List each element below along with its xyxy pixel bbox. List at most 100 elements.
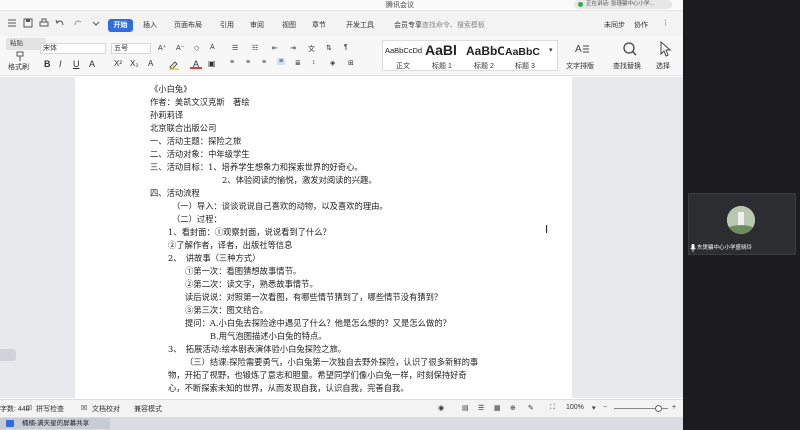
- number-list-icon[interactable]: ☷: [252, 44, 258, 52]
- style-gallery-more-icon[interactable]: ▾: [549, 46, 553, 54]
- bold-icon[interactable]: B: [44, 59, 51, 69]
- tab-references[interactable]: 引用: [220, 20, 234, 30]
- doc-line: ①第一次：看图猜想故事情节。: [185, 266, 302, 276]
- format-painter-label[interactable]: 格式刷: [8, 62, 29, 72]
- save-icon[interactable]: [22, 17, 34, 29]
- justify-icon[interactable]: ≡: [277, 58, 286, 65]
- shrink-font-icon[interactable]: A⁻: [176, 44, 184, 52]
- style-normal-preview[interactable]: AaBbCcDd: [385, 46, 422, 55]
- align-left-icon[interactable]: ≡: [230, 59, 234, 66]
- doc-line: （二）过程：: [172, 214, 222, 224]
- screen-share-task[interactable]: 楠楠-满天星的屏幕共享: [0, 418, 110, 429]
- line-spacing-icon[interactable]: ↕: [312, 59, 316, 66]
- find-replace-icon[interactable]: [622, 41, 638, 57]
- tab-home[interactable]: 开始: [108, 19, 133, 32]
- window-title: 腾讯会议: [386, 2, 414, 9]
- side-panel-toggle[interactable]: [0, 349, 16, 361]
- bullet-list-icon[interactable]: ☰: [232, 44, 238, 52]
- text-layout-icon[interactable]: A: [574, 41, 590, 57]
- zoom-dropdown-icon[interactable]: ▾: [592, 404, 596, 412]
- compat-mode-label: 兼容模式: [134, 406, 162, 413]
- select-label[interactable]: 选择: [656, 61, 670, 71]
- speaking-indicator[interactable]: 正在讲话: 张瑾骗中心小学...: [574, 0, 672, 9]
- find-replace-label[interactable]: 查找替换: [613, 61, 641, 71]
- outline-view-icon[interactable]: ☰: [478, 404, 484, 412]
- superscript-icon[interactable]: X²: [114, 59, 122, 68]
- print-icon[interactable]: [38, 17, 50, 29]
- eye-protection-icon[interactable]: ◉: [438, 404, 444, 412]
- doc-proof-label[interactable]: 文档校对: [92, 404, 120, 414]
- menu-icon[interactable]: [6, 17, 18, 29]
- doc-line: 北京联合出版公司: [150, 123, 217, 133]
- distributed-icon[interactable]: ≣: [295, 59, 301, 67]
- tab-view[interactable]: 视图: [282, 20, 296, 30]
- style-h1-label[interactable]: 标题 1: [432, 61, 452, 71]
- show-marks-icon[interactable]: ¶: [344, 44, 348, 51]
- undo-icon[interactable]: [54, 17, 66, 29]
- font-size-select[interactable]: 五号: [111, 43, 151, 54]
- increase-indent-icon[interactable]: ⇥: [290, 44, 296, 52]
- font-color-icon[interactable]: A: [190, 59, 202, 71]
- redo-icon[interactable]: [72, 17, 84, 29]
- search-input[interactable]: ⌕ 查找命令、搜索模板: [416, 20, 556, 31]
- doc-line: （一）导入：谈谈说说自己喜欢的动物，以及喜欢的理由。: [172, 201, 388, 211]
- doc-line: 三、活动目标：1、培养学生想象力和探索世界的好奇心。: [150, 162, 363, 172]
- clear-format-icon[interactable]: ◇: [194, 44, 199, 52]
- format-painter-icon[interactable]: [14, 50, 26, 62]
- doc-proof-icon[interactable]: ☒: [81, 404, 87, 412]
- decrease-indent-icon[interactable]: ⇤: [272, 44, 278, 52]
- tab-insert[interactable]: 插入: [143, 20, 157, 30]
- align-right-icon[interactable]: ≡: [262, 59, 266, 66]
- more-icon[interactable]: ⋮: [662, 19, 669, 27]
- spell-check-label[interactable]: 拼写检查: [36, 404, 64, 414]
- doc-line: 《小白兔》: [150, 84, 192, 94]
- style-h2-preview[interactable]: AaBbC: [466, 44, 504, 58]
- dropdown-icon[interactable]: [90, 17, 102, 29]
- screen-share-icon: [6, 420, 14, 427]
- sort-icon[interactable]: ⇅: [326, 44, 332, 52]
- tab-chapter[interactable]: 章节: [312, 20, 326, 30]
- style-h3-label[interactable]: 标题 3: [515, 61, 535, 71]
- doc-line: 一、活动主题：探险之旅: [150, 136, 242, 146]
- style-h1-preview[interactable]: AaBl: [425, 42, 463, 58]
- zoom-out-button[interactable]: −: [603, 404, 607, 411]
- pinyin-icon[interactable]: A: [210, 44, 215, 51]
- align-center-icon[interactable]: ≡: [246, 59, 250, 66]
- tab-page-layout[interactable]: 页面布局: [174, 20, 202, 30]
- spell-check-icon[interactable]: ☑: [26, 404, 32, 412]
- highlight-icon[interactable]: [168, 60, 180, 70]
- subscript-icon[interactable]: X₂: [130, 59, 138, 68]
- style-h3-preview[interactable]: AaBbC: [505, 46, 545, 58]
- underline-icon[interactable]: U: [73, 59, 80, 69]
- write-mode-icon[interactable]: ✎: [528, 404, 534, 412]
- tab-developer[interactable]: 开发工具: [346, 20, 374, 30]
- page-view-icon[interactable]: ▤: [462, 404, 469, 412]
- doc-line: 2、 讲故事（三种方式）: [168, 253, 261, 263]
- style-normal-label[interactable]: 正文: [396, 61, 410, 71]
- doc-line: 2、体验阅读的愉悦，激发对阅读的兴趣。: [222, 175, 377, 185]
- zoom-slider-handle[interactable]: [655, 405, 662, 412]
- web-view-icon[interactable]: ▦: [494, 404, 501, 412]
- participant-name: 东煲骗中心小学盛晓玲: [697, 245, 753, 251]
- search-icon: ⌕: [416, 22, 420, 29]
- chinese-layout-icon[interactable]: 文: [308, 44, 315, 54]
- fit-page-icon[interactable]: ⛶: [550, 404, 555, 412]
- read-view-icon[interactable]: ⊕: [510, 404, 516, 412]
- text-layout-label[interactable]: 文字排版: [566, 61, 594, 71]
- shading-icon[interactable]: ◈: [330, 59, 335, 67]
- collab-button[interactable]: 协作: [634, 20, 648, 30]
- text-effect-icon[interactable]: A: [148, 59, 153, 68]
- zoom-in-button[interactable]: +: [672, 404, 676, 411]
- sync-status[interactable]: 未同步: [604, 20, 625, 30]
- border-icon[interactable]: ⊞: [348, 59, 354, 67]
- font-name-select[interactable]: 宋体: [40, 43, 106, 54]
- select-icon[interactable]: [658, 40, 672, 57]
- italic-icon[interactable]: I: [59, 59, 62, 69]
- tab-review[interactable]: 审阅: [250, 20, 264, 30]
- char-border-icon[interactable]: ▣: [208, 59, 216, 68]
- style-h2-label[interactable]: 标题 2: [474, 61, 494, 71]
- font-color-a-icon[interactable]: A: [89, 59, 95, 69]
- participant-avatar: [727, 206, 755, 234]
- zoom-value[interactable]: 100%: [566, 404, 584, 411]
- grow-font-icon[interactable]: A⁺: [158, 44, 166, 52]
